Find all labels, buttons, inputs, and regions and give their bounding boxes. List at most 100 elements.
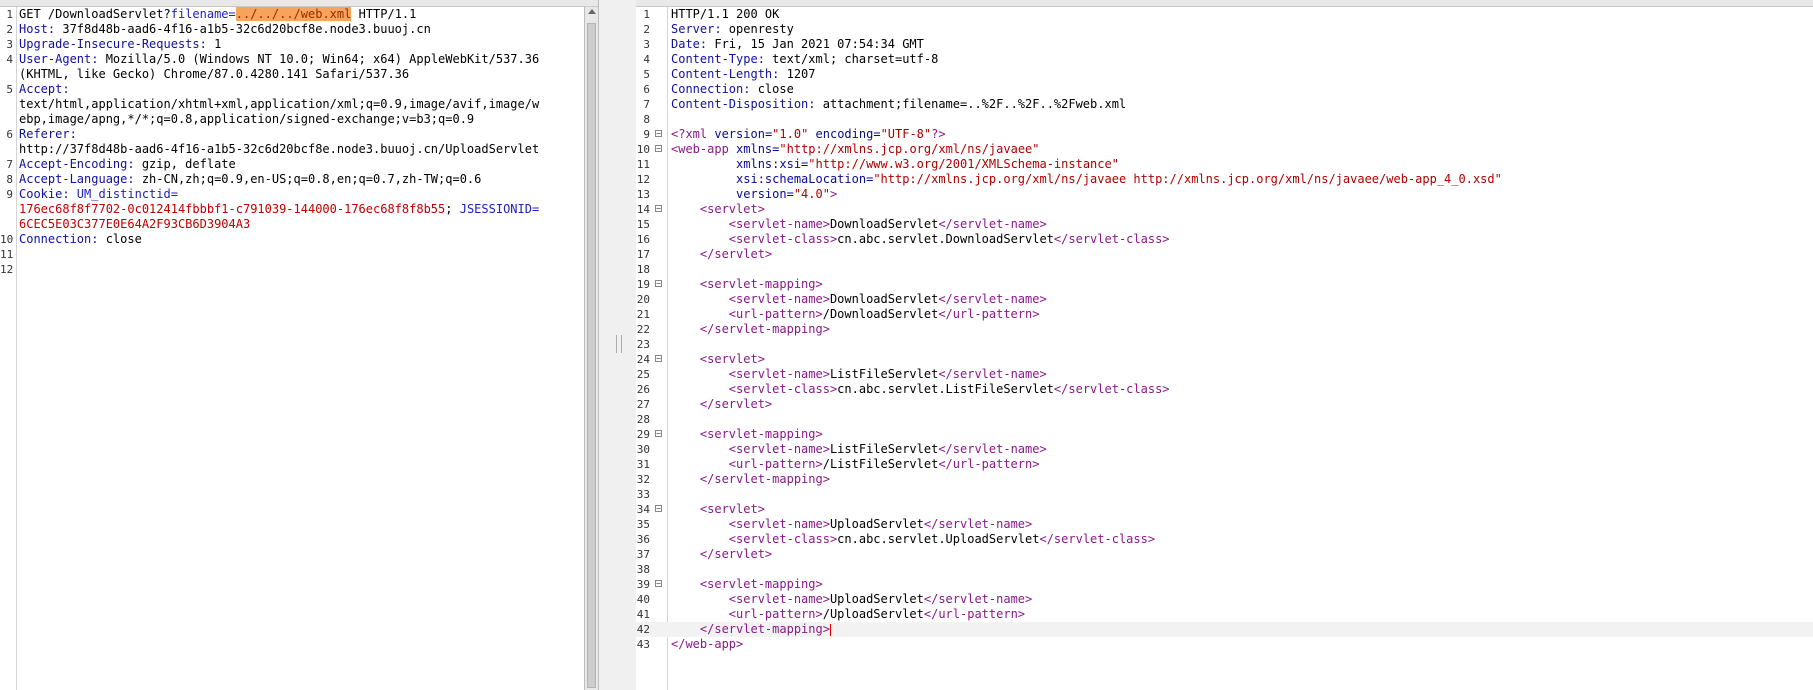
- response-line[interactable]: 25 <servlet-name>ListFileServlet</servle…: [636, 367, 1813, 382]
- response-line[interactable]: 3 Date: Fri, 15 Jan 2021 07:54:34 GMT: [636, 37, 1813, 52]
- request-line[interactable]: 6CEC5E03C377E0E64A2F93CB6D3904A3: [0, 217, 598, 232]
- fold-toggle-icon[interactable]: −: [655, 580, 662, 588]
- response-line-number: 37: [636, 548, 650, 561]
- fold-toggle-icon[interactable]: −: [655, 505, 662, 513]
- response-line[interactable]: 41 <url-pattern>/UploadServlet</url-patt…: [636, 607, 1813, 622]
- fold-toggle-icon[interactable]: −: [655, 145, 662, 153]
- response-token: 1207: [779, 67, 816, 81]
- response-line[interactable]: 26 <servlet-class>cn.abc.servlet.ListFil…: [636, 382, 1813, 397]
- response-line-number: 36: [636, 533, 650, 546]
- response-line[interactable]: 28: [636, 412, 1813, 427]
- fold-toggle-icon[interactable]: −: [655, 280, 662, 288]
- request-line[interactable]: 9 Cookie: UM_distinctid=: [0, 187, 598, 202]
- response-line[interactable]: 14− <servlet>: [636, 202, 1813, 217]
- response-line[interactable]: 23: [636, 337, 1813, 352]
- request-line[interactable]: 5 Accept:: [0, 82, 598, 97]
- request-line[interactable]: 4 User-Agent: Mozilla/5.0 (Windows NT 10.…: [0, 52, 598, 67]
- response-token: <servlet>: [699, 502, 765, 516]
- request-line[interactable]: http://37f8d48b-aad6-4f16-a1b5-32c6d20bc…: [0, 142, 598, 157]
- response-line-number: 26: [636, 383, 650, 396]
- request-vertical-scrollbar[interactable]: [584, 7, 598, 690]
- fold-toggle-icon[interactable]: −: [655, 130, 662, 138]
- request-line[interactable]: 6 Referer:: [0, 127, 598, 142]
- response-token: "1.0": [772, 127, 809, 141]
- request-line-text: Cookie: UM_distinctid=: [19, 187, 584, 202]
- request-line[interactable]: 8 Accept-Language: zh-CN,zh;q=0.9,en-US;q…: [0, 172, 598, 187]
- response-viewer-pane[interactable]: 1 HTTP/1.1 200 OK 2 Server: openresty 3 Date:…: [636, 0, 1813, 690]
- response-line[interactable]: 20 <servlet-name>DownloadServlet</servle…: [636, 292, 1813, 307]
- response-line[interactable]: 19− <servlet-mapping>: [636, 277, 1813, 292]
- fold-toggle-icon[interactable]: −: [655, 205, 662, 213]
- request-line[interactable]: 11: [0, 247, 598, 262]
- response-line-number: 42: [636, 623, 650, 636]
- response-line[interactable]: 13 version="4.0">: [636, 187, 1813, 202]
- request-line[interactable]: 176ec68f8f7702-0c012414fbbbf1-c791039-14…: [0, 202, 598, 217]
- request-editor-pane[interactable]: 1 GET /DownloadServlet?filename=../../../…: [0, 0, 598, 690]
- response-line[interactable]: 1 HTTP/1.1 200 OK: [636, 7, 1813, 22]
- pane-splitter[interactable]: [598, 0, 638, 690]
- response-line[interactable]: 30 <servlet-name>ListFileServlet</servle…: [636, 442, 1813, 457]
- response-line[interactable]: 11 xmlns:xsi="http://www.w3.org/2001/XML…: [636, 157, 1813, 172]
- response-line-number: 29: [636, 428, 650, 441]
- response-line[interactable]: 29− <servlet-mapping>: [636, 427, 1813, 442]
- fold-toggle-icon[interactable]: −: [655, 355, 662, 363]
- response-line[interactable]: 9− <?xml version="1.0" encoding="UTF-8"?>: [636, 127, 1813, 142]
- scroll-up-arrow-icon[interactable]: [588, 9, 596, 14]
- fold-toggle-icon[interactable]: −: [655, 430, 662, 438]
- response-line[interactable]: 12 xsi:schemaLocation="http://xmlns.jcp.…: [636, 172, 1813, 187]
- request-line[interactable]: 12: [0, 262, 598, 277]
- response-line[interactable]: 32 </servlet-mapping>: [636, 472, 1813, 487]
- request-line-text: http://37f8d48b-aad6-4f16-a1b5-32c6d20bc…: [19, 142, 584, 157]
- response-line[interactable]: 6 Connection: close: [636, 82, 1813, 97]
- response-token: Content-Type:: [671, 52, 765, 66]
- request-line-text: (KHTML, like Gecko) Chrome/87.0.4280.141…: [19, 67, 584, 82]
- request-scrollbar-thumb[interactable]: [587, 23, 596, 688]
- response-token: <servlet-name>: [728, 442, 830, 456]
- response-line[interactable]: 43 </web-app>: [636, 637, 1813, 652]
- response-line[interactable]: 18: [636, 262, 1813, 277]
- response-line[interactable]: 24− <servlet>: [636, 352, 1813, 367]
- response-line[interactable]: 40 <servlet-name>UploadServlet</servlet-…: [636, 592, 1813, 607]
- response-line-text: <servlet-class>cn.abc.servlet.UploadServ…: [671, 532, 1813, 547]
- request-line-text: GET /DownloadServlet?filename=../../../w…: [19, 7, 584, 22]
- response-line[interactable]: 22 </servlet-mapping>: [636, 322, 1813, 337]
- response-token: </servlet>: [699, 547, 773, 561]
- response-line[interactable]: 33: [636, 487, 1813, 502]
- request-line[interactable]: 10 Connection: close: [0, 232, 598, 247]
- response-line-number: 21: [636, 308, 650, 321]
- response-token: cn.abc.servlet.DownloadServlet: [837, 232, 1054, 246]
- request-text-area[interactable]: 1 GET /DownloadServlet?filename=../../../…: [0, 7, 598, 277]
- request-line[interactable]: 2 Host: 37f8d48b-aad6-4f16-a1b5-32c6d20bc…: [0, 22, 598, 37]
- response-line-number: 8: [643, 113, 650, 126]
- response-line[interactable]: 10− <web-app xmlns="http://xmlns.jcp.org/…: [636, 142, 1813, 157]
- response-token: [671, 382, 729, 396]
- request-line[interactable]: 3 Upgrade-Insecure-Requests: 1: [0, 37, 598, 52]
- response-line[interactable]: 17 </servlet>: [636, 247, 1813, 262]
- response-line[interactable]: 5 Content-Length: 1207: [636, 67, 1813, 82]
- response-line[interactable]: 21 <url-pattern>/DownloadServlet</url-pa…: [636, 307, 1813, 322]
- response-token: [671, 367, 729, 381]
- response-line[interactable]: 15 <servlet-name>DownloadServlet</servle…: [636, 217, 1813, 232]
- response-text-area[interactable]: 1 HTTP/1.1 200 OK 2 Server: openresty 3 Date:…: [636, 7, 1813, 652]
- response-line[interactable]: 35 <servlet-name>UploadServlet</servlet-…: [636, 517, 1813, 532]
- response-line[interactable]: 36 <servlet-class>cn.abc.servlet.UploadS…: [636, 532, 1813, 547]
- response-line-number: 25: [636, 368, 650, 381]
- response-line[interactable]: 4 Content-Type: text/xml; charset=utf-8: [636, 52, 1813, 67]
- response-line[interactable]: 7 Content-Disposition: attachment;filenam…: [636, 97, 1813, 112]
- response-line[interactable]: 31 <url-pattern>/ListFileServlet</url-pa…: [636, 457, 1813, 472]
- splitter-grip-icon[interactable]: [616, 335, 622, 353]
- request-line[interactable]: 1 GET /DownloadServlet?filename=../../../…: [0, 7, 598, 22]
- response-line[interactable]: 2 Server: openresty: [636, 22, 1813, 37]
- request-line[interactable]: (KHTML, like Gecko) Chrome/87.0.4280.141…: [0, 67, 598, 82]
- response-line[interactable]: 34− <servlet>: [636, 502, 1813, 517]
- request-line[interactable]: text/html,application/xhtml+xml,applicat…: [0, 97, 598, 112]
- response-line[interactable]: 37 </servlet>: [636, 547, 1813, 562]
- request-line[interactable]: 7 Accept-Encoding: gzip, deflate: [0, 157, 598, 172]
- response-line[interactable]: 38: [636, 562, 1813, 577]
- response-line[interactable]: 39− <servlet-mapping>: [636, 577, 1813, 592]
- response-line[interactable]: 27 </servlet>: [636, 397, 1813, 412]
- response-line[interactable]: 42 </servlet-mapping>: [636, 622, 1813, 637]
- request-line[interactable]: ebp,image/apng,*/*;q=0.8,application/sig…: [0, 112, 598, 127]
- response-line[interactable]: 8: [636, 112, 1813, 127]
- response-line[interactable]: 16 <servlet-class>cn.abc.servlet.Downloa…: [636, 232, 1813, 247]
